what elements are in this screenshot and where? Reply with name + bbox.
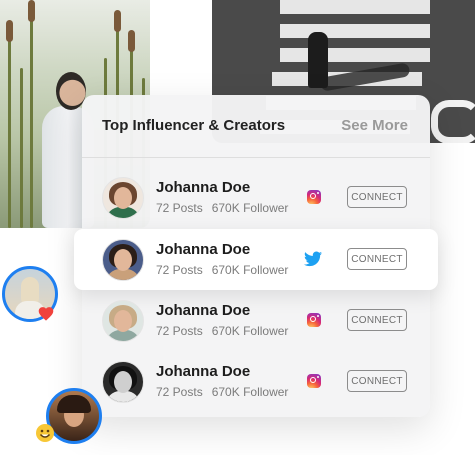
connect-button[interactable]: CONNECT	[347, 248, 407, 270]
twitter-icon	[304, 251, 322, 267]
influencer-row: Johanna Doe 72 Posts 670K Follower CONNEC…	[82, 290, 430, 351]
follower-count: 670K Follower	[211, 324, 289, 338]
influencer-row: Johanna Doe 72 Posts 670K Follower CONNEC…	[82, 351, 430, 412]
connect-button[interactable]: CONNECT	[347, 370, 407, 392]
smile-emoji-icon	[35, 423, 55, 445]
influencer-stats: 72 Posts 670K Follower	[156, 201, 288, 215]
posts-count: 72 Posts	[156, 385, 203, 399]
influencer-stats: 72 Posts 670K Follower	[156, 324, 288, 338]
heart-icon	[37, 305, 55, 325]
follower-count: 670K Follower	[211, 263, 289, 277]
influencer-stats: 72 Posts 670K Follower	[156, 263, 288, 277]
see-more-link[interactable]: See More	[341, 117, 408, 134]
avatar	[102, 239, 144, 281]
panel-title: Top Influencer & Creators	[102, 117, 286, 134]
avatar	[102, 361, 144, 403]
influencer-name: Johanna Doe	[156, 241, 251, 258]
influencer-name: Johanna Doe	[156, 363, 251, 380]
panel-header: Top Influencer & Creators See More	[82, 95, 430, 158]
avatar	[102, 177, 144, 219]
follower-count: 670K Follower	[211, 201, 289, 215]
influencer-stats: 72 Posts 670K Follower	[156, 385, 288, 399]
instagram-icon	[306, 312, 322, 328]
instagram-icon	[306, 189, 322, 205]
posts-count: 72 Posts	[156, 324, 203, 338]
influencer-row: Johanna Doe 72 Posts 670K Follower CONNEC…	[82, 167, 430, 228]
brand-logo-icon	[431, 100, 475, 143]
influencer-name: Johanna Doe	[156, 179, 251, 196]
connect-button[interactable]: CONNECT	[347, 186, 407, 208]
posts-count: 72 Posts	[156, 263, 203, 277]
posts-count: 72 Posts	[156, 201, 203, 215]
instagram-icon	[306, 373, 322, 389]
follower-count: 670K Follower	[211, 385, 289, 399]
influencer-row: Johanna Doe 72 Posts 670K Follower CONNEC…	[74, 229, 438, 290]
connect-button[interactable]: CONNECT	[347, 309, 407, 331]
avatar	[102, 300, 144, 342]
influencer-name: Johanna Doe	[156, 302, 251, 319]
